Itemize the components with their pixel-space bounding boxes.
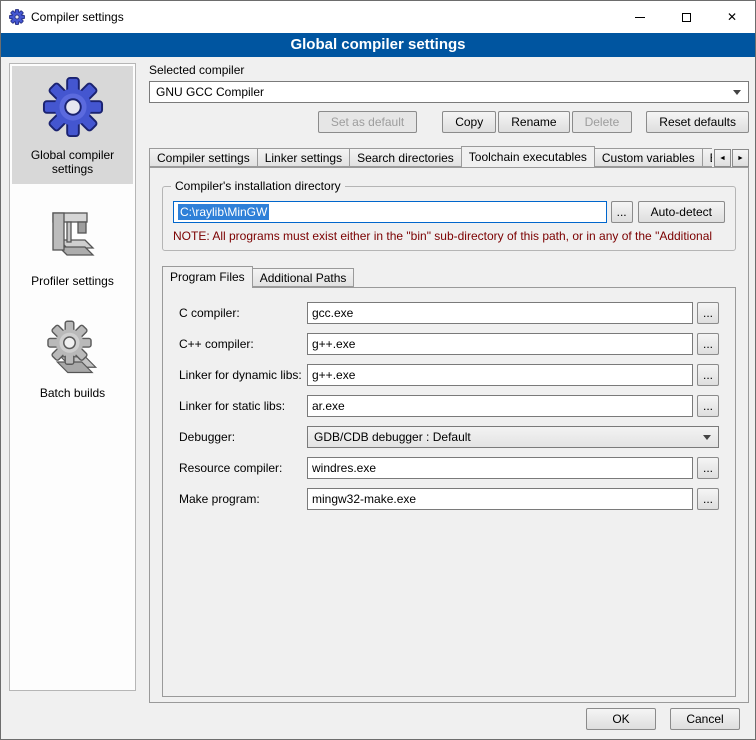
sidebar-item-label: Batch builds <box>40 386 105 400</box>
sidebar-item-batch-builds[interactable]: Batch builds <box>12 310 133 408</box>
close-icon: ✕ <box>727 10 737 24</box>
maximize-button[interactable] <box>663 1 709 33</box>
minimize-button[interactable] <box>617 1 663 33</box>
installation-directory-row: C:\raylib\MinGW ... Auto-detect <box>173 201 725 223</box>
compiler-actions-row: Set as default Copy Rename Delete Reset … <box>149 111 749 133</box>
field-label: Linker for dynamic libs: <box>179 368 307 382</box>
compiler-settings-window: Compiler settings ✕ Global compiler sett… <box>0 0 756 740</box>
note-text: NOTE: All programs must exist either in … <box>173 229 725 243</box>
field-row-debugger: Debugger: GDB/CDB debugger : Default <box>179 426 719 448</box>
toolchain-executables-panel: Compiler's installation directory C:\ray… <box>149 167 749 703</box>
sidebar-item-label: Profiler settings <box>31 274 114 288</box>
tab-search-directories[interactable]: Search directories <box>349 148 462 167</box>
browse-install-dir-button[interactable]: ... <box>611 201 633 223</box>
autodetect-button[interactable]: Auto-detect <box>638 201 725 223</box>
field-row-make-program: Make program: mingw32-make.exe ... <box>179 488 719 510</box>
browse-c-compiler-button[interactable]: ... <box>697 302 719 324</box>
close-button[interactable]: ✕ <box>709 1 755 33</box>
resource-compiler-input[interactable]: windres.exe <box>307 457 693 479</box>
set-as-default-button: Set as default <box>318 111 417 133</box>
profiler-clamp-icon <box>45 208 101 267</box>
field-label: C compiler: <box>179 306 307 320</box>
delete-button: Delete <box>572 111 633 133</box>
install-dir-selected-text: C:\raylib\MinGW <box>178 204 269 220</box>
reset-defaults-button[interactable]: Reset defaults <box>646 111 749 133</box>
tab-program-files[interactable]: Program Files <box>162 266 253 288</box>
window-controls: ✕ <box>617 1 755 33</box>
chevron-down-icon <box>733 90 741 95</box>
program-files-tabstrip: Program Files Additional Paths <box>162 265 736 287</box>
tab-compiler-settings[interactable]: Compiler settings <box>149 148 258 167</box>
selected-compiler-value: GNU GCC Compiler <box>156 85 264 99</box>
field-label: Debugger: <box>179 430 307 444</box>
cancel-button[interactable]: Cancel <box>670 708 740 730</box>
browse-make-program-button[interactable]: ... <box>697 488 719 510</box>
tab-build-options-truncated[interactable]: Buil <box>702 148 712 167</box>
dialog-footer: OK Cancel <box>586 708 740 730</box>
window-title: Compiler settings <box>31 10 124 24</box>
field-row-cpp-compiler: C++ compiler: g++.exe ... <box>179 333 719 355</box>
sidebar-item-label: Global compiler settings <box>14 148 131 176</box>
field-label: C++ compiler: <box>179 337 307 351</box>
debugger-dropdown[interactable]: GDB/CDB debugger : Default <box>307 426 719 448</box>
field-label: Linker for static libs: <box>179 399 307 413</box>
settings-tabstrip: Compiler settings Linker settings Search… <box>149 145 749 167</box>
minimize-icon <box>635 17 645 18</box>
field-label: Resource compiler: <box>179 461 307 475</box>
maximize-icon <box>682 13 691 22</box>
browse-resource-compiler-button[interactable]: ... <box>697 457 719 479</box>
field-value: ar.exe <box>312 399 345 413</box>
sidebar-item-profiler-settings[interactable]: Profiler settings <box>12 198 133 296</box>
field-label: Make program: <box>179 492 307 506</box>
tab-additional-paths[interactable]: Additional Paths <box>252 268 355 287</box>
tab-scroll-left-button[interactable]: ◄ <box>714 149 731 167</box>
field-value: g++.exe <box>312 368 355 382</box>
tab-scroll-right-button[interactable]: ► <box>732 149 749 167</box>
browse-dynamic-linker-button[interactable]: ... <box>697 364 719 386</box>
copy-button[interactable]: Copy <box>442 111 496 133</box>
installation-directory-group-title: Compiler's installation directory <box>171 179 345 193</box>
main-content: Selected compiler GNU GCC Compiler Set a… <box>149 63 749 703</box>
browse-cpp-compiler-button[interactable]: ... <box>697 333 719 355</box>
tab-custom-variables[interactable]: Custom variables <box>594 148 703 167</box>
arrow-left-icon: ◄ <box>719 155 726 162</box>
tab-scroll-arrows: ◄ ► <box>714 149 749 167</box>
field-value: mingw32-make.exe <box>312 492 416 506</box>
field-row-c-compiler: C compiler: gcc.exe ... <box>179 302 719 324</box>
static-linker-input[interactable]: ar.exe <box>307 395 693 417</box>
grey-gear-icon <box>45 320 101 379</box>
field-row-static-linker: Linker for static libs: ar.exe ... <box>179 395 719 417</box>
selected-compiler-dropdown[interactable]: GNU GCC Compiler <box>149 81 749 103</box>
browse-static-linker-button[interactable]: ... <box>697 395 719 417</box>
program-files-panel: C compiler: gcc.exe ... C++ compiler: g+… <box>162 287 736 697</box>
ok-button[interactable]: OK <box>586 708 656 730</box>
arrow-right-icon: ► <box>737 155 744 162</box>
field-row-resource-compiler: Resource compiler: windres.exe ... <box>179 457 719 479</box>
field-value: g++.exe <box>312 337 355 351</box>
rename-button[interactable]: Rename <box>498 111 569 133</box>
blue-gear-icon <box>42 76 104 141</box>
chevron-down-icon <box>703 435 711 440</box>
app-gear-icon <box>9 9 25 25</box>
field-row-dynamic-linker: Linker for dynamic libs: g++.exe ... <box>179 364 719 386</box>
settings-category-sidebar: Global compiler settings Profiler settin… <box>9 63 136 691</box>
dynamic-linker-input[interactable]: g++.exe <box>307 364 693 386</box>
selected-compiler-label: Selected compiler <box>149 63 749 77</box>
tab-linker-settings[interactable]: Linker settings <box>257 148 350 167</box>
field-value: gcc.exe <box>312 306 353 320</box>
debugger-value: GDB/CDB debugger : Default <box>314 430 471 444</box>
tabs-viewport: Compiler settings Linker settings Search… <box>149 145 712 167</box>
installation-directory-group: Compiler's installation directory C:\ray… <box>162 186 736 251</box>
make-program-input[interactable]: mingw32-make.exe <box>307 488 693 510</box>
dialog-banner-title: Global compiler settings <box>1 33 755 57</box>
field-value: windres.exe <box>312 461 376 475</box>
c-compiler-input[interactable]: gcc.exe <box>307 302 693 324</box>
titlebar: Compiler settings ✕ <box>1 1 755 33</box>
sidebar-item-global-compiler-settings[interactable]: Global compiler settings <box>12 66 133 184</box>
cpp-compiler-input[interactable]: g++.exe <box>307 333 693 355</box>
tab-toolchain-executables[interactable]: Toolchain executables <box>461 146 595 167</box>
install-dir-input[interactable]: C:\raylib\MinGW <box>173 201 607 223</box>
